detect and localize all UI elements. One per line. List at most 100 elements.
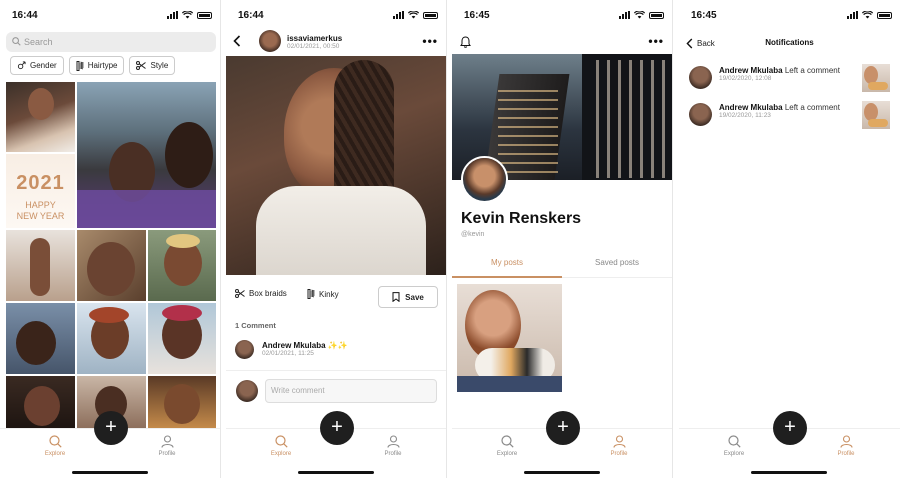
gender-icon [17,61,26,70]
user-icon [386,435,400,448]
grid-photo[interactable] [77,303,146,374]
grid-photo[interactable] [6,376,75,428]
signal-icon [619,11,630,19]
filter-style-label: Style [150,61,169,70]
plus-icon: + [784,416,796,438]
tab-explore[interactable]: Explore [709,435,759,457]
tab-explore[interactable]: Explore [482,435,532,457]
comment-avatar[interactable] [235,340,254,359]
my-post-thumbnail[interactable] [457,284,562,392]
wifi-icon [862,11,873,19]
tab-profile[interactable]: Profile [821,435,871,457]
comment-input[interactable]: Write comment [265,379,437,403]
notification-item[interactable]: Andrew Mkulaba Left a comment 19/02/2020… [689,101,890,137]
active-tab-indicator [452,276,562,278]
tab-profile[interactable]: Profile [594,435,644,457]
comment-text: ✨✨ [327,341,348,350]
filter-hairtype-button[interactable]: Hairtype [68,56,125,75]
status-bar: 16:45 [452,0,672,30]
home-indicator [751,471,827,474]
add-post-button[interactable]: + [546,411,580,445]
notification-message: Left a comment [784,103,840,112]
grid-photo[interactable] [6,230,75,301]
back-chevron-icon[interactable] [233,35,241,47]
more-icon[interactable]: ••• [648,34,664,48]
battery-icon [423,11,438,19]
more-icon[interactable]: ••• [422,34,438,48]
wifi-icon [408,11,419,19]
tag-label: Box braids [249,289,287,298]
notification-item[interactable]: Andrew Mkulaba Left a comment 19/02/2020… [689,64,890,100]
post-username[interactable]: issaviamerkus [287,34,342,43]
tab-saved-posts[interactable]: Saved posts [562,258,672,267]
tab-profile[interactable]: Profile [368,435,418,457]
notification-author: Andrew Mkulaba [719,66,783,75]
profile-avatar[interactable] [461,156,508,203]
profile-name: Kevin Renskers [461,210,582,227]
status-bar: 16:44 [226,0,446,30]
tab-bar: Explore + Profile [226,411,446,478]
home-indicator [298,471,374,474]
tab-profile[interactable]: Profile [142,435,192,457]
page-title: Notifications [765,38,814,47]
tab-explore[interactable]: Explore [30,435,80,457]
post-photo[interactable] [226,56,446,275]
grid-photo[interactable] [148,230,216,301]
save-button[interactable]: Save [378,286,438,308]
notification-date: 19/02/2020, 12:08 [719,75,772,82]
status-bar: 16:44 [0,0,220,30]
grid-photo[interactable] [6,82,75,152]
filter-gender-button[interactable]: Gender [10,56,64,75]
notification-thumbnail [862,101,890,129]
notification-text: Andrew Mkulaba Left a comment [719,103,840,112]
notification-message: Left a comment [784,66,840,75]
hairtype-icon [307,289,315,299]
add-post-button[interactable]: + [94,411,128,445]
profile-tabs: My posts Saved posts [452,252,672,278]
add-post-button[interactable]: + [320,411,354,445]
grid-photo[interactable] [77,82,216,228]
post-date: 02/01/2021, 00:50 [287,43,340,50]
notification-thumbnail [862,64,890,92]
signal-icon [393,11,404,19]
add-post-button[interactable]: + [773,411,807,445]
comment-author[interactable]: Andrew Mkulaba [262,341,326,350]
search-input[interactable]: Search [6,32,216,52]
grid-photo[interactable] [148,376,216,428]
battery-icon [877,11,892,19]
tab-profile-label: Profile [158,451,176,457]
tab-profile-label: Profile [384,451,402,457]
avatar [689,66,712,89]
grid-photo[interactable] [6,303,75,374]
grid-photo[interactable] [148,303,216,374]
battery-icon [649,11,664,19]
banner-line1: HAPPY [25,200,56,210]
save-label: Save [405,292,424,302]
search-icon [274,435,288,448]
grid-photo[interactable] [77,230,146,301]
status-icons [393,11,438,19]
wifi-icon [634,11,645,19]
tag-box-braids[interactable]: Box braids [235,289,287,298]
filter-hairtype-label: Hairtype [87,61,118,70]
user-icon [160,435,174,448]
tab-profile-label: Profile [610,451,628,457]
filter-bar: Gender Hairtype Style [10,56,176,75]
user-icon [839,435,853,448]
post-header: issaviamerkus 02/01/2021, 00:50 ••• [226,30,446,54]
tab-my-posts[interactable]: My posts [452,258,562,267]
tab-explore[interactable]: Explore [256,435,306,457]
tab-profile-label: Profile [837,451,855,457]
avatar[interactable] [259,30,281,52]
bell-icon[interactable] [460,36,471,48]
home-indicator [524,471,600,474]
banner-greeting: HAPPY NEW YEAR [6,200,75,222]
tag-kinky[interactable]: Kinky [307,289,339,299]
filter-style-button[interactable]: Style [129,56,176,75]
new-year-banner[interactable]: 2021 HAPPY NEW YEAR [6,154,75,228]
scissors-icon [235,289,245,298]
tab-bar: Explore + Profile [679,411,900,478]
status-icons [167,11,212,19]
explore-screen: 16:44 Search Gender Hairtype Style 2021 … [0,0,221,478]
avatar [689,103,712,126]
